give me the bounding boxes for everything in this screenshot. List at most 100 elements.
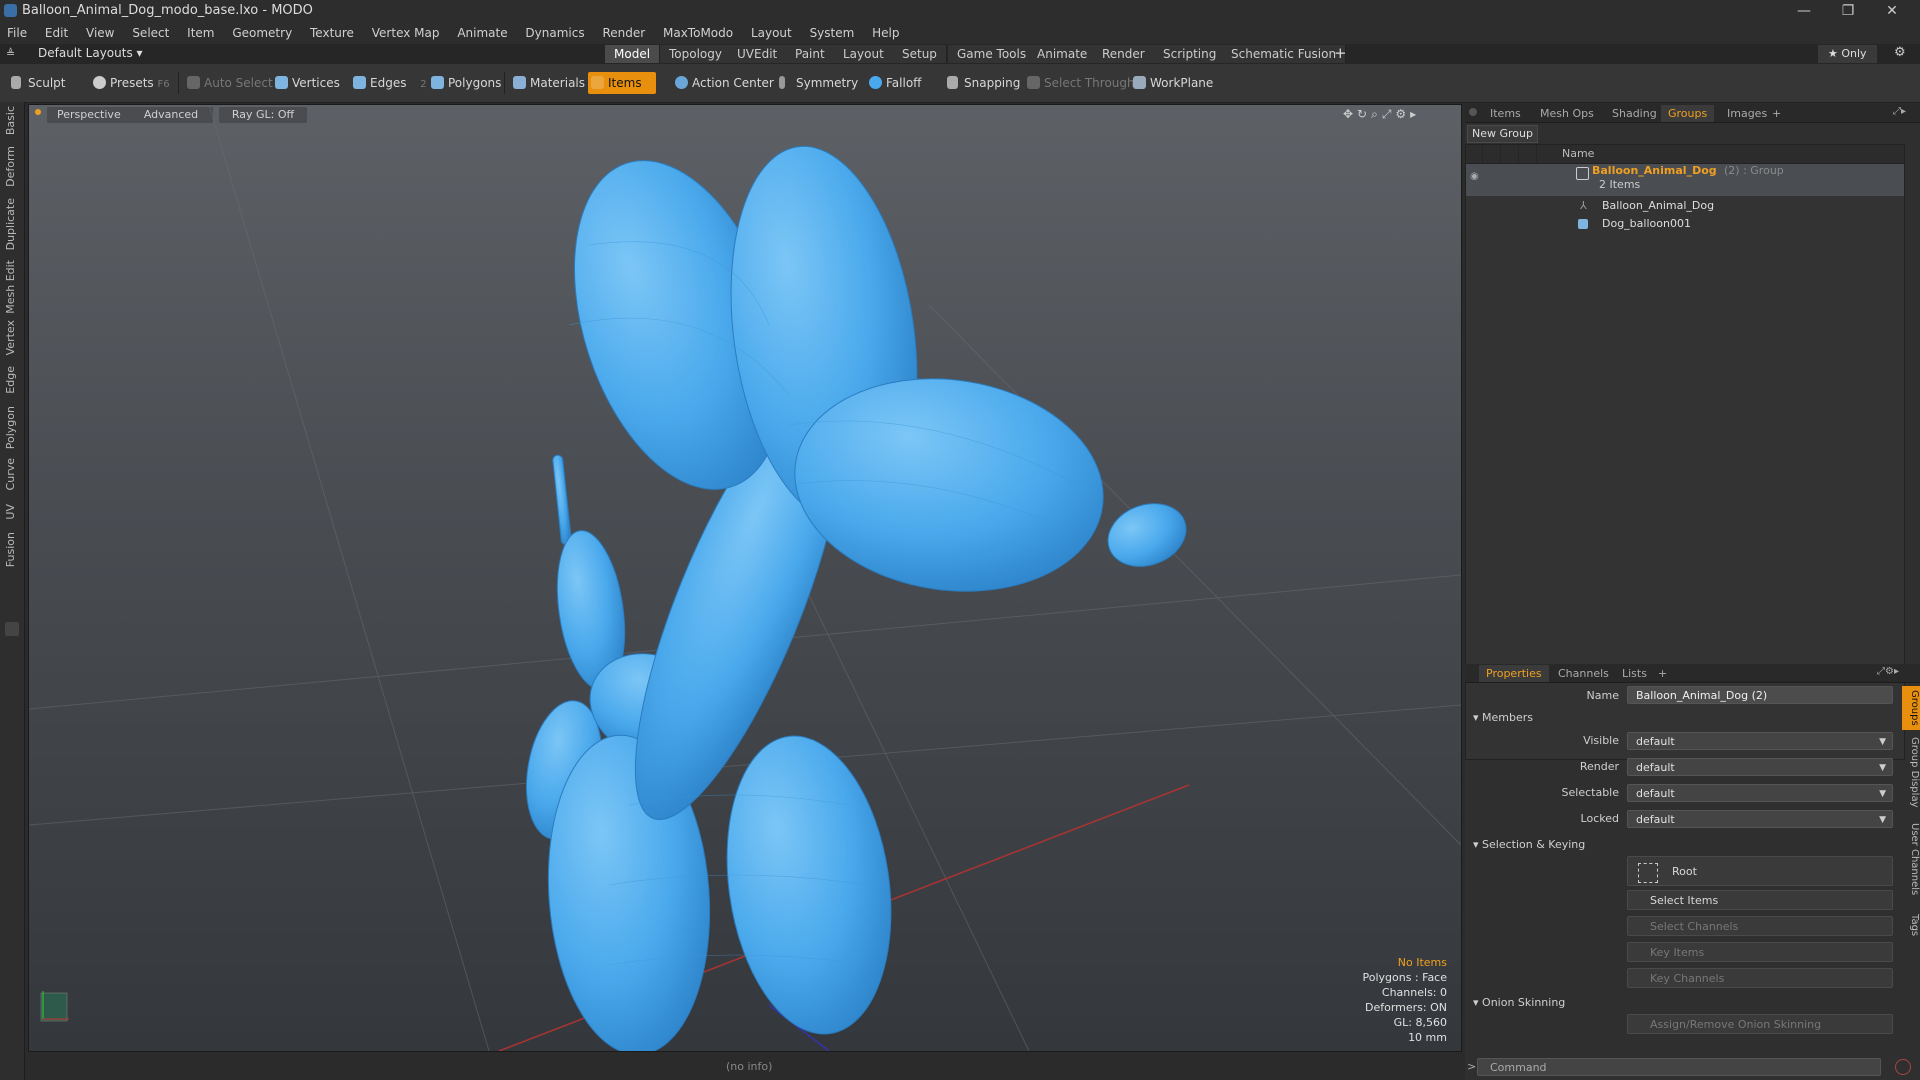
side-tab-user-channels[interactable]: User Channels [1902, 816, 1920, 902]
selection-keying-section[interactable]: ▾ Selection & Keying [1473, 838, 1585, 851]
vtab-curve[interactable]: Curve [4, 458, 20, 490]
onion-skin-button[interactable]: Assign/Remove Onion Skinning [1627, 1014, 1893, 1034]
restore-button[interactable]: ❐ [1826, 0, 1870, 22]
minimize-button[interactable]: — [1782, 0, 1826, 22]
tab-model[interactable]: Model [605, 45, 661, 63]
menu-texture[interactable]: Texture [303, 22, 361, 44]
tab-animate[interactable]: Animate [1028, 45, 1098, 63]
tab-layout[interactable]: Layout [834, 45, 894, 63]
vtab-polygon[interactable]: Polygon [4, 406, 20, 449]
falloff-button[interactable]: Falloff [866, 72, 921, 94]
menu-help[interactable]: Help [865, 22, 906, 44]
close-button[interactable]: ✕ [1870, 0, 1914, 22]
3d-viewport[interactable]: Perspective Advanced Ray GL: Off ✥↻⌕⤢⚙▸ [28, 104, 1462, 1052]
menu-select[interactable]: Select [125, 22, 176, 44]
side-tab-tags[interactable]: Tags [1902, 910, 1920, 940]
tab-paint[interactable]: Paint [786, 45, 835, 63]
materials-button[interactable]: Materials [510, 72, 585, 94]
balloon-dog-model[interactable] [516, 134, 1194, 1051]
vertices-button[interactable]: Vertices 1 [272, 72, 358, 94]
tab-schematic-fusion[interactable]: Schematic Fusion [1222, 45, 1347, 63]
symmetry-button[interactable]: Symmetry [776, 72, 858, 94]
action-center-button[interactable]: Action Center [672, 72, 774, 94]
menu-geometry[interactable]: Geometry [225, 22, 299, 44]
lock-column-icon[interactable] [1502, 145, 1519, 163]
tab-scripting[interactable]: Scripting [1154, 45, 1227, 63]
menu-layout[interactable]: Layout [744, 22, 799, 44]
visibility-column-icon[interactable] [1466, 145, 1483, 163]
root-button[interactable]: Root [1627, 856, 1893, 886]
select-items-button[interactable]: Select Items [1627, 890, 1893, 910]
select-column-icon[interactable] [1520, 145, 1537, 163]
visible-select[interactable]: default ▼ [1627, 732, 1893, 750]
tab-channels[interactable]: Channels [1551, 665, 1616, 682]
menu-vertex-map[interactable]: Vertex Map [365, 22, 447, 44]
vtab-mesh-edit[interactable]: Mesh Edit [4, 260, 20, 314]
render-column-icon[interactable] [1484, 145, 1501, 163]
add-layout-tab-button[interactable]: + [1334, 44, 1347, 62]
vtab-edge[interactable]: Edge [4, 366, 20, 394]
command-input[interactable]: Command [1477, 1058, 1881, 1076]
tab-uvedit[interactable]: UVEdit [728, 45, 788, 63]
menu-file[interactable]: File [0, 22, 34, 44]
select-through-button[interactable]: Select Through [1024, 72, 1135, 94]
props-options-icon[interactable]: ⤢⚙▸ [1877, 666, 1899, 677]
menu-dynamics[interactable]: Dynamics [518, 22, 591, 44]
tab-topology[interactable]: Topology [660, 45, 732, 63]
vtab-basic[interactable]: Basic [4, 106, 20, 135]
tab-items[interactable]: Items [1483, 105, 1528, 122]
workplane-button[interactable]: WorkPlane [1130, 72, 1213, 94]
sculpt-button[interactable]: Sculpt [8, 72, 96, 94]
vtab-duplicate[interactable]: Duplicate [4, 198, 20, 250]
vtab-fusion[interactable]: Fusion [4, 532, 20, 567]
tab-properties[interactable]: Properties [1479, 665, 1549, 682]
auto-select-button[interactable]: Auto Select [184, 72, 273, 94]
tab-lists[interactable]: Lists [1615, 665, 1654, 682]
list-item[interactable]: Dog_balloon001 [1466, 215, 1904, 233]
list-item[interactable]: ⅄ Balloon_Animal_Dog [1466, 197, 1904, 215]
vtab-deform[interactable]: Deform [4, 146, 20, 187]
side-tab-groups[interactable]: Groups [1902, 686, 1920, 730]
layout-gear-icon[interactable]: ⚙ [1894, 45, 1906, 60]
tab-mesh-ops[interactable]: Mesh Ops [1533, 105, 1601, 122]
tab-shading[interactable]: Shading [1605, 105, 1664, 122]
onion-skinning-section[interactable]: ▾ Onion Skinning [1473, 996, 1565, 1009]
tab-render[interactable]: Render [1093, 45, 1155, 63]
command-history-icon[interactable] [1895, 1059, 1911, 1075]
items-button[interactable]: Items [588, 72, 656, 94]
locked-select[interactable]: default ▼ [1627, 810, 1893, 828]
tab-groups[interactable]: Groups [1661, 105, 1715, 122]
add-panel-tab-button[interactable]: + [1765, 105, 1788, 122]
select-channels-button[interactable]: Select Channels [1627, 916, 1893, 936]
menu-render[interactable]: Render [595, 22, 652, 44]
only-toggle[interactable]: ★ Only [1818, 45, 1877, 63]
add-props-tab-button[interactable]: + [1651, 665, 1674, 682]
tool-palette-toggle[interactable] [5, 622, 19, 636]
vtab-vertex[interactable]: Vertex [4, 320, 20, 355]
key-channels-button[interactable]: Key Channels [1627, 968, 1893, 988]
menu-system[interactable]: System [803, 22, 862, 44]
menu-edit[interactable]: Edit [38, 22, 75, 44]
members-section[interactable]: ▾ Members [1473, 711, 1533, 724]
menu-item[interactable]: Item [180, 22, 221, 44]
name-field[interactable]: Balloon_Animal_Dog (2) [1627, 686, 1893, 704]
render-select[interactable]: default ▼ [1627, 758, 1893, 776]
layout-expand-icon[interactable]: ≜ [6, 47, 15, 60]
menu-maxtomodo[interactable]: MaxToModo [656, 22, 740, 44]
tab-game-tools[interactable]: Game Tools [948, 45, 1037, 63]
presets-button[interactable]: Presets F6 [90, 72, 190, 94]
vtab-uv[interactable]: UV [4, 504, 20, 520]
key-items-button[interactable]: Key Items [1627, 942, 1893, 962]
snapping-button[interactable]: Snapping [944, 72, 1020, 94]
menu-animate[interactable]: Animate [450, 22, 514, 44]
eye-icon[interactable]: ◉ [1470, 168, 1479, 186]
edges-button[interactable]: Edges 2 [350, 72, 427, 94]
panel-expand-icon[interactable]: ⤢▸ [1893, 106, 1906, 117]
group-row-selected[interactable]: ◉ Balloon_Animal_Dog (2) : Group 2 Items [1466, 164, 1904, 196]
polygons-button[interactable]: Polygons [428, 72, 501, 94]
side-tab-group-display[interactable]: Group Display [1902, 736, 1920, 808]
new-group-button[interactable]: New Group [1467, 125, 1538, 143]
selectable-select[interactable]: default ▼ [1627, 784, 1893, 802]
menu-view[interactable]: View [79, 22, 121, 44]
layout-selector[interactable]: Default Layouts ▾ [38, 46, 143, 60]
